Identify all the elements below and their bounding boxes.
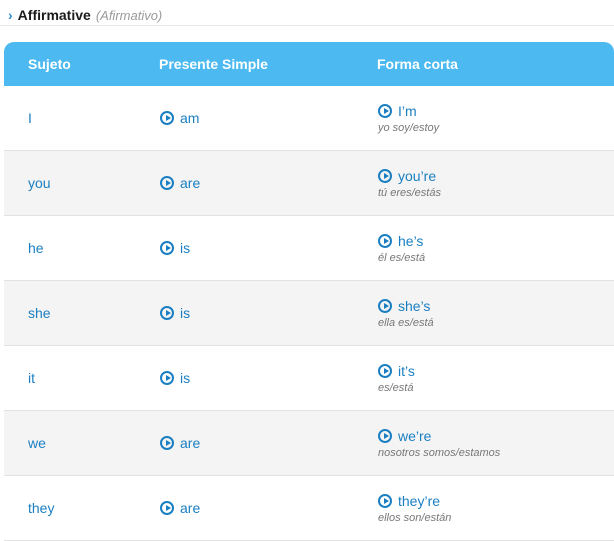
present-simple-text: is <box>180 305 191 321</box>
play-circle-icon[interactable] <box>378 298 392 313</box>
short-form-cell: he’s él es/está <box>378 216 425 280</box>
present-simple-audio[interactable]: is <box>160 216 190 280</box>
play-circle-icon[interactable] <box>160 306 174 320</box>
present-simple-text: are <box>180 175 201 191</box>
play-circle-icon[interactable] <box>160 436 174 450</box>
short-form-audio[interactable]: it’s <box>378 363 415 379</box>
present-simple-text: are <box>180 500 201 516</box>
play-circle-icon[interactable] <box>378 428 392 443</box>
play-circle-icon[interactable] <box>378 168 392 183</box>
translation-text: yo soy/estoy <box>378 121 440 134</box>
play-circle-icon[interactable] <box>378 103 392 118</box>
present-simple-text: are <box>180 435 201 451</box>
play-circle-icon[interactable] <box>160 501 174 515</box>
conjugation-table: Sujeto Presente Simple Forma corta Iam I’… <box>4 42 614 541</box>
present-simple-text: am <box>180 110 200 126</box>
present-simple-audio[interactable]: is <box>160 346 190 410</box>
short-form-text: you’re <box>398 167 437 184</box>
short-form-text: he’s <box>398 232 424 249</box>
subject-cell: they <box>28 476 54 540</box>
short-form-text: she’s <box>398 297 431 314</box>
header-present-simple: Presente Simple <box>159 56 268 72</box>
table-row: we are we’re nosotros somos/estamos <box>4 411 614 476</box>
short-form-text: they’re <box>398 492 441 509</box>
short-form-cell: I’m yo soy/estoy <box>378 86 439 150</box>
play-circle-icon[interactable] <box>378 233 392 248</box>
subject-cell: I <box>28 86 32 150</box>
play-circle-icon[interactable] <box>160 371 174 385</box>
header-short-form: Forma corta <box>377 56 458 72</box>
play-circle-icon[interactable] <box>378 493 392 508</box>
subject-cell: he <box>28 216 44 280</box>
short-form-audio[interactable]: they’re <box>378 493 451 509</box>
present-simple-audio[interactable]: are <box>160 151 200 215</box>
short-form-text: we’re <box>398 427 432 444</box>
chevron-right-icon: › <box>8 7 13 23</box>
play-circle-icon[interactable] <box>160 241 174 255</box>
short-form-audio[interactable]: you’re <box>378 168 441 184</box>
table-row: you are you’re tú eres/estás <box>4 151 614 216</box>
table-body: Iam I’m yo soy/estoy you are you’re tú eres/es… <box>4 86 614 541</box>
section-title: Affirmative <box>17 7 91 23</box>
table-row: she is she’s ella es/está <box>4 281 614 346</box>
subject-cell: we <box>28 411 46 475</box>
table-row: it is it’s es/está <box>4 346 614 411</box>
short-form-text: I’m <box>398 102 417 119</box>
header-subject: Sujeto <box>28 56 71 72</box>
subject-cell: she <box>28 281 51 345</box>
translation-text: nosotros somos/estamos <box>378 446 501 459</box>
section-header[interactable]: › Affirmative (Afirmativo) <box>8 6 162 24</box>
present-simple-audio[interactable]: am <box>160 86 199 150</box>
subject-text: she <box>28 305 51 321</box>
translation-text: es/está <box>378 381 414 394</box>
subject-text: he <box>28 240 44 256</box>
short-form-cell: she’s ella es/está <box>378 281 434 345</box>
table-row: they are they’re ellos son/están <box>4 476 614 541</box>
play-circle-icon[interactable] <box>160 111 174 125</box>
short-form-audio[interactable]: he’s <box>378 233 425 249</box>
present-simple-text: is <box>180 240 191 256</box>
short-form-cell: we’re nosotros somos/estamos <box>378 411 500 475</box>
subject-text: you <box>28 175 51 191</box>
subject-cell: it <box>28 346 35 410</box>
play-circle-icon[interactable] <box>160 176 174 190</box>
short-form-cell: it’s es/está <box>378 346 415 410</box>
short-form-audio[interactable]: I’m <box>378 103 439 119</box>
subject-text: I <box>28 110 32 126</box>
present-simple-text: is <box>180 370 191 386</box>
short-form-audio[interactable]: we’re <box>378 428 500 444</box>
short-form-audio[interactable]: she’s <box>378 298 434 314</box>
subject-text: we <box>28 435 46 451</box>
table-header: Sujeto Presente Simple Forma corta <box>4 42 614 86</box>
table-row: he is he’s él es/está <box>4 216 614 281</box>
subject-cell: you <box>28 151 51 215</box>
play-circle-icon[interactable] <box>378 363 392 378</box>
subject-text: it <box>28 370 35 386</box>
short-form-cell: you’re tú eres/estás <box>378 151 441 215</box>
translation-text: ellos son/están <box>378 511 452 524</box>
present-simple-audio[interactable]: are <box>160 476 200 540</box>
short-form-cell: they’re ellos son/están <box>378 476 451 540</box>
present-simple-audio[interactable]: is <box>160 281 190 345</box>
table-row: Iam I’m yo soy/estoy <box>4 86 614 151</box>
translation-text: él es/está <box>378 251 426 264</box>
translation-text: ella es/está <box>378 316 434 329</box>
section-subtitle: (Afirmativo) <box>95 7 163 23</box>
translation-text: tú eres/estás <box>378 186 441 199</box>
divider <box>0 25 614 26</box>
subject-text: they <box>28 500 55 516</box>
short-form-text: it’s <box>398 362 415 379</box>
present-simple-audio[interactable]: are <box>160 411 200 475</box>
